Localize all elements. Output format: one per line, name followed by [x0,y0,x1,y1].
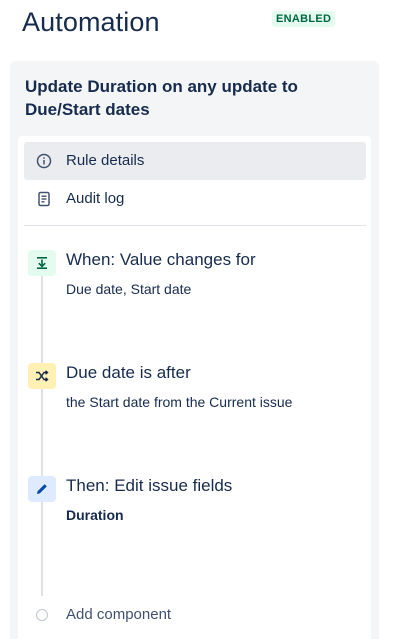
component-title: Then: Edit issue fields [66,476,233,495]
automation-page: Automation ENABLED Update Duration on an… [0,0,400,639]
component-title: When: Value changes for [66,250,256,269]
trigger-download-icon [28,250,56,276]
menu-divider [24,225,366,226]
document-icon [36,191,52,207]
add-component-label: Add component [66,606,172,623]
menu-item-rule-details[interactable]: Rule details [24,142,366,180]
empty-circle-icon [36,609,48,621]
rule-card: Rule details Audit log When: Value chang… [18,136,371,639]
menu-item-label: Rule details [66,152,145,169]
rule-panel: Update Duration on any update to Due/Sta… [10,61,379,639]
shuffle-icon [28,363,56,389]
component-description: the Start date from the Current issue [66,394,293,410]
info-icon [36,153,52,169]
page-header: Automation ENABLED [22,4,378,44]
pencil-icon [28,476,56,502]
menu-item-label: Audit log [66,190,125,207]
add-component-button[interactable]: Add component [28,603,228,627]
component-title: Due date is after [66,363,191,382]
status-badge: ENABLED [272,11,336,27]
component-description: Duration [66,507,124,523]
page-title: Automation [22,7,160,37]
component-description: Due date, Start date [66,281,192,297]
rule-name: Update Duration on any update to Due/Sta… [25,77,298,119]
menu-item-audit-log[interactable]: Audit log [24,180,366,218]
timeline-line [41,266,43,596]
